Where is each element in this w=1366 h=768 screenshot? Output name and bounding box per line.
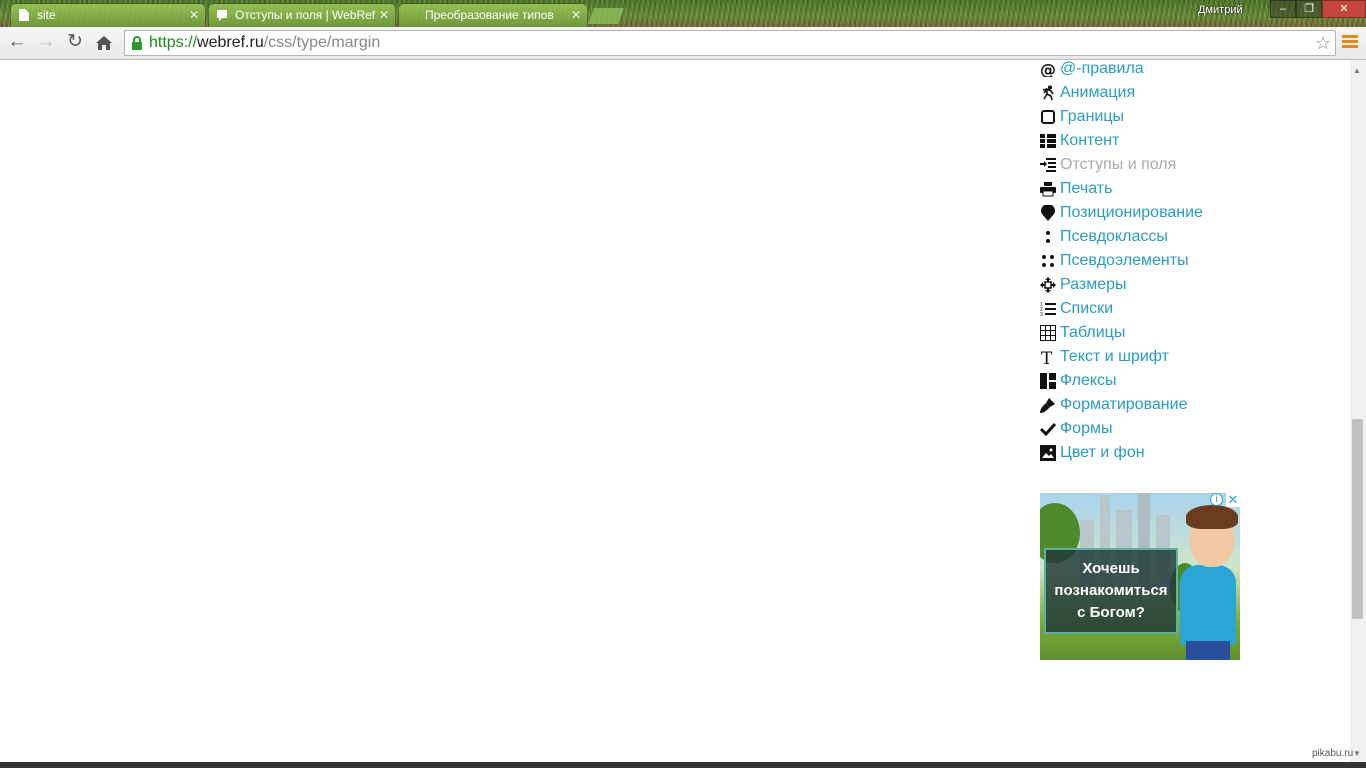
scroll-down-arrow-icon[interactable]: ▼: [1353, 749, 1361, 758]
list-item: Псевдоэлементы: [1040, 249, 1203, 273]
sidebar-link[interactable]: Размеры: [1060, 276, 1127, 293]
numbered-list-icon: 123: [1040, 302, 1056, 317]
address-bar[interactable]: https://webref.ru/css/type/margin ☆: [124, 30, 1336, 56]
ad-line: познакомиться: [1054, 582, 1168, 599]
watermark-text: pikabu.ru: [1312, 748, 1354, 759]
image-icon: [1040, 445, 1056, 461]
taskbar-edge: [0, 762, 1366, 768]
url-text: https://webref.ru/css/type/margin: [149, 34, 381, 51]
sidebar-link[interactable]: Форматирование: [1060, 396, 1187, 413]
list-item: Контент: [1040, 129, 1203, 153]
browser-menu-icon[interactable]: [1340, 33, 1360, 53]
sidebar-link[interactable]: Таблицы: [1060, 324, 1125, 341]
resize-arrows-icon: [1040, 277, 1056, 293]
ad-line: Хочешь: [1082, 560, 1140, 577]
running-man-icon: [1042, 85, 1054, 101]
tab-type-conversion[interactable]: Преобразование типов ✕: [398, 3, 588, 27]
webref-favicon-icon: [217, 10, 227, 21]
list-item: Размеры: [1040, 273, 1203, 297]
sidebar-link[interactable]: Печать: [1060, 180, 1112, 197]
close-window-button[interactable]: ✕: [1322, 0, 1366, 18]
content-list-icon: [1040, 134, 1056, 148]
printer-icon: [1040, 182, 1056, 197]
list-item: @ @-правила: [1040, 57, 1203, 81]
tab-title: Преобразование типов: [425, 8, 554, 22]
reload-icon[interactable]: ↻: [63, 31, 87, 55]
list-item: Флексы: [1040, 369, 1203, 393]
text-t-icon: T: [1041, 349, 1053, 365]
window-title-bar: site ✕ Отступы и поля | WebRef ✕ Преобра…: [0, 0, 1366, 27]
sidebar-link[interactable]: Псевдоклассы: [1060, 228, 1168, 245]
table-grid-icon: [1040, 325, 1056, 341]
list-item: Анимация: [1040, 81, 1203, 105]
svg-text:@: @: [1040, 61, 1056, 77]
indent-icon: [1040, 158, 1056, 172]
svg-text:T: T: [1041, 349, 1053, 365]
checkmark-icon: [1040, 422, 1056, 437]
ad-close-icon[interactable]: ✕: [1226, 493, 1240, 507]
lock-icon: [132, 36, 142, 50]
svg-text:3: 3: [1040, 312, 1043, 317]
document-icon: [19, 9, 29, 21]
css-category-list: @ @-правила Анимация Границы Контент Отс…: [1040, 57, 1203, 465]
colon-icon: [1046, 231, 1050, 243]
sidebar-link[interactable]: Текст и шрифт: [1060, 348, 1169, 365]
sidebar-link[interactable]: Списки: [1060, 300, 1113, 317]
list-item: Границы: [1040, 105, 1203, 129]
double-colon-icon: [1042, 255, 1054, 267]
new-tab-button[interactable]: [586, 7, 626, 25]
back-arrow-icon[interactable]: ←: [5, 31, 29, 55]
sidebar-link[interactable]: Анимация: [1060, 84, 1135, 101]
sidebar-link[interactable]: @-правила: [1060, 60, 1144, 77]
sidebar-link[interactable]: Флексы: [1060, 372, 1117, 389]
forward-arrow-icon[interactable]: →: [34, 31, 58, 55]
home-icon[interactable]: [92, 31, 116, 55]
sidebar-link[interactable]: Контент: [1060, 132, 1119, 149]
map-pin-icon: [1041, 205, 1055, 221]
at-icon: @: [1040, 61, 1056, 77]
list-item: Таблицы: [1040, 321, 1203, 345]
sidebar-link[interactable]: Цвет и фон: [1060, 444, 1145, 461]
list-item: Цвет и фон: [1040, 441, 1203, 465]
paintbrush-icon: [1040, 398, 1055, 413]
list-item: Позиционирование: [1040, 201, 1203, 225]
tab-close-icon[interactable]: ✕: [571, 4, 581, 26]
list-item: 123 Списки: [1040, 297, 1203, 321]
profile-name[interactable]: Дмитрий: [1198, 4, 1243, 16]
tab-close-icon[interactable]: ✕: [379, 4, 389, 26]
flex-layout-icon: [1040, 373, 1056, 389]
tab-webref-margin[interactable]: Отступы и поля | WebRef ✕: [208, 3, 396, 27]
maximize-button[interactable]: ❐: [1296, 0, 1322, 18]
scrollbar-thumb[interactable]: [1352, 419, 1363, 619]
list-item: Форматирование: [1040, 393, 1203, 417]
advertisement-banner[interactable]: Хочешь познакомиться с Богом?: [1040, 493, 1240, 660]
vertical-scrollbar[interactable]: ▲ ▼: [1350, 60, 1366, 762]
list-item: T Текст и шрифт: [1040, 345, 1203, 369]
sidebar-link[interactable]: Формы: [1060, 420, 1112, 437]
scroll-up-arrow-icon[interactable]: ▲: [1353, 66, 1361, 75]
list-item: Печать: [1040, 177, 1203, 201]
list-item: Формы: [1040, 417, 1203, 441]
tab-site[interactable]: site ✕: [10, 3, 206, 27]
tab-title: site: [37, 8, 56, 22]
tab-close-icon[interactable]: ✕: [189, 4, 199, 26]
sidebar-link[interactable]: Псевдоэлементы: [1060, 252, 1189, 269]
square-border-icon: [1041, 110, 1055, 124]
ad-line: с Богом?: [1077, 604, 1145, 621]
browser-toolbar: ← → ↻ https://webref.ru/css/type/margin …: [0, 27, 1366, 60]
list-item-current: Отступы и поля: [1040, 153, 1203, 177]
sidebar-link[interactable]: Границы: [1060, 108, 1124, 125]
bookmark-star-icon[interactable]: ☆: [1315, 31, 1331, 55]
list-item: Псевдоклассы: [1040, 225, 1203, 249]
minimize-button[interactable]: –: [1270, 0, 1296, 18]
sidebar-link[interactable]: Позиционирование: [1060, 204, 1203, 221]
sidebar-link-current[interactable]: Отступы и поля: [1060, 156, 1176, 173]
tab-title: Отступы и поля | WebRef: [235, 8, 376, 22]
ad-text-box: Хочешь познакомиться с Богом?: [1044, 548, 1178, 634]
ad-info-icon[interactable]: i: [1210, 493, 1223, 506]
